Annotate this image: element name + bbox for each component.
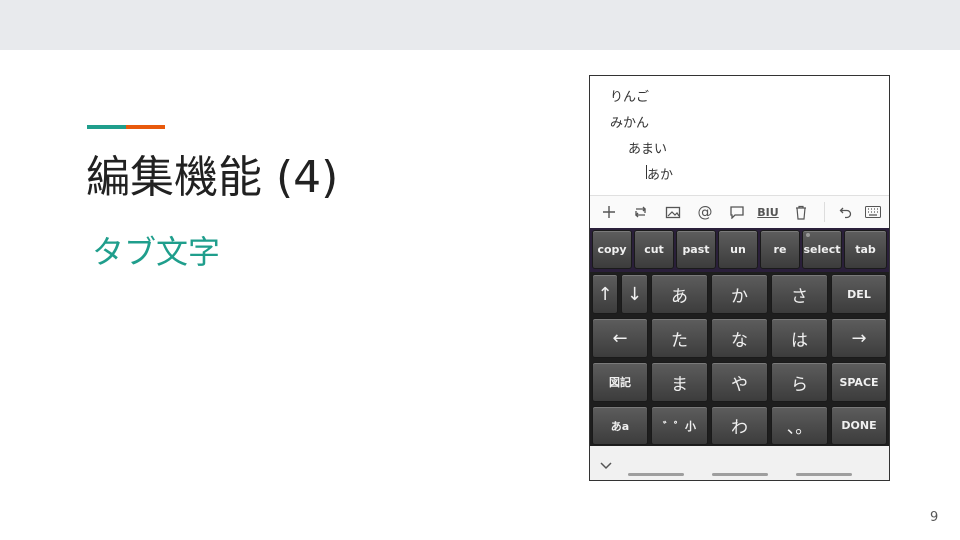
trash-icon[interactable] xyxy=(791,202,811,222)
left-arrow-key[interactable]: ← xyxy=(592,318,648,358)
done-key[interactable]: DONE xyxy=(831,406,887,445)
kana-sa-key[interactable]: さ xyxy=(771,274,828,314)
kana-ya-key[interactable]: や xyxy=(711,362,768,402)
slide-title: 編集機能 (4) xyxy=(86,152,339,203)
nav-handle[interactable] xyxy=(796,473,852,476)
tab-key[interactable]: tab xyxy=(844,230,887,269)
kana-ka-key[interactable]: か xyxy=(711,274,768,314)
bold-italic-underline-icon[interactable]: BIU xyxy=(755,202,781,222)
toolbar-divider xyxy=(824,202,825,222)
text-editor[interactable]: りんご みかん あまい あか xyxy=(590,76,889,194)
repeat-icon[interactable] xyxy=(631,202,651,222)
copy-key[interactable]: copy xyxy=(592,230,632,269)
editor-line: あか xyxy=(647,168,674,183)
undo-icon[interactable] xyxy=(836,202,856,222)
nav-handle[interactable] xyxy=(628,473,684,476)
delete-key[interactable]: DEL xyxy=(831,274,887,314)
kana-a-key[interactable]: あ xyxy=(651,274,708,314)
top-band xyxy=(0,0,960,50)
keyboard-icon[interactable] xyxy=(863,202,883,222)
navigation-bar xyxy=(590,446,889,480)
undo-key[interactable]: un xyxy=(718,230,758,269)
kana-wa-key[interactable]: わ xyxy=(711,406,768,445)
right-arrow-key[interactable]: → xyxy=(831,318,887,358)
chevron-down-icon[interactable] xyxy=(600,455,612,474)
image-icon[interactable] xyxy=(663,202,683,222)
cut-key[interactable]: cut xyxy=(634,230,674,269)
punctuation-key[interactable]: 、。 xyxy=(771,406,828,445)
editor-line: みかん xyxy=(610,116,650,131)
kana-ra-key[interactable]: ら xyxy=(771,362,828,402)
space-key[interactable]: SPACE xyxy=(831,362,887,402)
accent-bar-teal xyxy=(87,125,126,129)
editor-line: りんご xyxy=(610,90,650,105)
paste-key[interactable]: past xyxy=(676,230,716,269)
select-indicator-dot xyxy=(806,233,810,237)
comment-icon[interactable] xyxy=(727,202,747,222)
accent-bar-orange xyxy=(126,125,165,129)
down-arrow-key[interactable]: ↓ xyxy=(621,274,648,314)
nav-handle[interactable] xyxy=(712,473,768,476)
soft-keyboard: copy cut past un re select tab ↑ ↓ あ か さ… xyxy=(590,228,889,446)
slide-subtitle: タブ文字 xyxy=(92,233,221,271)
at-sign-icon[interactable]: @ xyxy=(695,202,715,222)
dakuten-small-key[interactable]: ゛゜小 xyxy=(651,406,708,445)
kana-ha-key[interactable]: は xyxy=(771,318,828,358)
kana-na-key[interactable]: な xyxy=(711,318,768,358)
redo-key[interactable]: re xyxy=(760,230,800,269)
editor-line: あまい xyxy=(628,142,668,157)
up-arrow-key[interactable]: ↑ xyxy=(592,274,618,314)
kana-ta-key[interactable]: た xyxy=(651,318,708,358)
phone-screenshot: りんご みかん あまい あか @ BIU copy cut past un re… xyxy=(589,75,890,481)
accent-bar xyxy=(87,125,165,129)
kana-ma-key[interactable]: ま xyxy=(651,362,708,402)
page-number: 9 xyxy=(930,510,939,525)
plus-icon[interactable] xyxy=(599,202,619,222)
symbol-key[interactable]: 図記 xyxy=(592,362,648,402)
editor-toolbar: @ BIU xyxy=(590,195,889,229)
input-mode-key[interactable]: あa xyxy=(592,406,648,445)
